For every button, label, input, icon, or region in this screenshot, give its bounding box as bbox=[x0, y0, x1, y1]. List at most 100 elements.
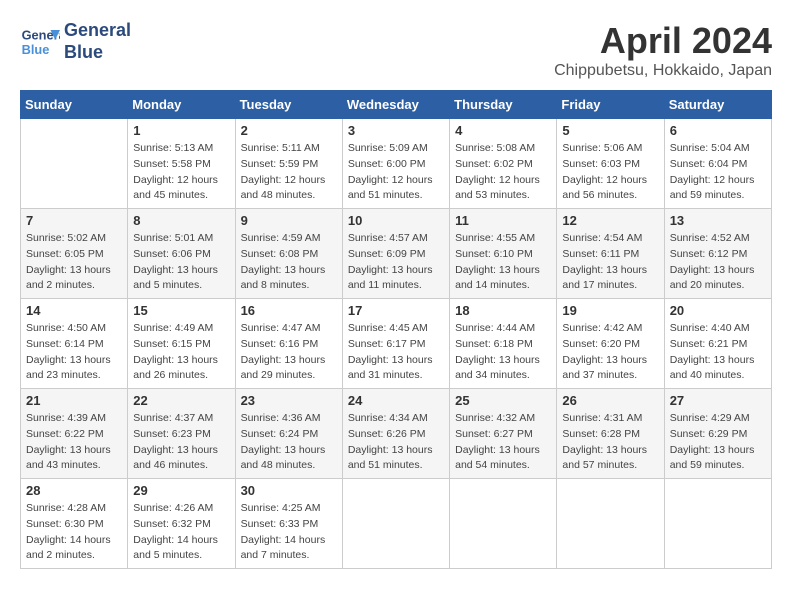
day-info: Sunrise: 4:55 AMSunset: 6:10 PMDaylight:… bbox=[455, 231, 551, 294]
day-cell: 5 Sunrise: 5:06 AMSunset: 6:03 PMDaylight… bbox=[557, 119, 664, 209]
day-number: 20 bbox=[670, 303, 766, 318]
logo-line2: Blue bbox=[64, 42, 103, 62]
day-info: Sunrise: 4:40 AMSunset: 6:21 PMDaylight:… bbox=[670, 321, 766, 384]
page-header: General Blue General Blue April 2024 Chi… bbox=[20, 20, 772, 80]
day-info: Sunrise: 5:09 AMSunset: 6:00 PMDaylight:… bbox=[348, 141, 444, 204]
day-cell: 28 Sunrise: 4:28 AMSunset: 6:30 PMDayligh… bbox=[21, 479, 128, 569]
day-number: 1 bbox=[133, 123, 229, 138]
day-number: 29 bbox=[133, 483, 229, 498]
day-info: Sunrise: 4:47 AMSunset: 6:16 PMDaylight:… bbox=[241, 321, 337, 384]
day-cell: 14 Sunrise: 4:50 AMSunset: 6:14 PMDayligh… bbox=[21, 299, 128, 389]
day-number: 12 bbox=[562, 213, 658, 228]
day-cell: 15 Sunrise: 4:49 AMSunset: 6:15 PMDayligh… bbox=[128, 299, 235, 389]
day-cell: 17 Sunrise: 4:45 AMSunset: 6:17 PMDayligh… bbox=[342, 299, 449, 389]
week-row-4: 21Sunrise: 4:39 AMSunset: 6:22 PMDayligh… bbox=[21, 389, 772, 479]
col-sunday: Sunday bbox=[21, 91, 128, 119]
day-info: Sunrise: 4:45 AMSunset: 6:17 PMDaylight:… bbox=[348, 321, 444, 384]
day-number: 7 bbox=[26, 213, 122, 228]
day-number: 19 bbox=[562, 303, 658, 318]
day-cell: 9 Sunrise: 4:59 AMSunset: 6:08 PMDaylight… bbox=[235, 209, 342, 299]
day-info: Sunrise: 5:11 AMSunset: 5:59 PMDaylight:… bbox=[241, 141, 337, 204]
day-info: Sunrise: 4:52 AMSunset: 6:12 PMDaylight:… bbox=[670, 231, 766, 294]
day-info: Sunrise: 4:29 AMSunset: 6:29 PMDaylight:… bbox=[670, 411, 766, 474]
col-saturday: Saturday bbox=[664, 91, 771, 119]
day-info: Sunrise: 5:02 AMSunset: 6:05 PMDaylight:… bbox=[26, 231, 122, 294]
day-number: 6 bbox=[670, 123, 766, 138]
col-monday: Monday bbox=[128, 91, 235, 119]
day-number: 3 bbox=[348, 123, 444, 138]
day-info: Sunrise: 4:49 AMSunset: 6:15 PMDaylight:… bbox=[133, 321, 229, 384]
day-info: Sunrise: 4:26 AMSunset: 6:32 PMDaylight:… bbox=[133, 501, 229, 564]
day-cell: 11 Sunrise: 4:55 AMSunset: 6:10 PMDayligh… bbox=[450, 209, 557, 299]
day-number: 14 bbox=[26, 303, 122, 318]
day-cell: 13 Sunrise: 4:52 AMSunset: 6:12 PMDayligh… bbox=[664, 209, 771, 299]
svg-text:Blue: Blue bbox=[22, 42, 50, 57]
day-cell bbox=[557, 479, 664, 569]
day-cell: 26Sunrise: 4:31 AMSunset: 6:28 PMDayligh… bbox=[557, 389, 664, 479]
day-info: Sunrise: 4:54 AMSunset: 6:11 PMDaylight:… bbox=[562, 231, 658, 294]
title-block: April 2024 Chippubetsu, Hokkaido, Japan bbox=[554, 20, 772, 80]
calendar-table: Sunday Monday Tuesday Wednesday Thursday… bbox=[20, 90, 772, 569]
day-info: Sunrise: 4:39 AMSunset: 6:22 PMDaylight:… bbox=[26, 411, 122, 474]
day-number: 9 bbox=[241, 213, 337, 228]
month-title: April 2024 bbox=[554, 20, 772, 62]
day-number: 28 bbox=[26, 483, 122, 498]
week-row-2: 7 Sunrise: 5:02 AMSunset: 6:05 PMDaylight… bbox=[21, 209, 772, 299]
day-info: Sunrise: 4:28 AMSunset: 6:30 PMDaylight:… bbox=[26, 501, 122, 564]
day-info: Sunrise: 4:42 AMSunset: 6:20 PMDaylight:… bbox=[562, 321, 658, 384]
day-info: Sunrise: 5:01 AMSunset: 6:06 PMDaylight:… bbox=[133, 231, 229, 294]
day-cell: 7 Sunrise: 5:02 AMSunset: 6:05 PMDaylight… bbox=[21, 209, 128, 299]
day-cell: 1 Sunrise: 5:13 AMSunset: 5:58 PMDaylight… bbox=[128, 119, 235, 209]
day-cell: 30Sunrise: 4:25 AMSunset: 6:33 PMDayligh… bbox=[235, 479, 342, 569]
col-thursday: Thursday bbox=[450, 91, 557, 119]
day-cell: 3 Sunrise: 5:09 AMSunset: 6:00 PMDaylight… bbox=[342, 119, 449, 209]
day-info: Sunrise: 4:59 AMSunset: 6:08 PMDaylight:… bbox=[241, 231, 337, 294]
day-number: 17 bbox=[348, 303, 444, 318]
location: Chippubetsu, Hokkaido, Japan bbox=[554, 62, 772, 80]
week-row-3: 14 Sunrise: 4:50 AMSunset: 6:14 PMDayligh… bbox=[21, 299, 772, 389]
day-info: Sunrise: 4:36 AMSunset: 6:24 PMDaylight:… bbox=[241, 411, 337, 474]
logo-line1: General bbox=[64, 20, 131, 40]
day-cell: 29 Sunrise: 4:26 AMSunset: 6:32 PMDayligh… bbox=[128, 479, 235, 569]
day-info: Sunrise: 4:50 AMSunset: 6:14 PMDaylight:… bbox=[26, 321, 122, 384]
day-info: Sunrise: 4:37 AMSunset: 6:23 PMDaylight:… bbox=[133, 411, 229, 474]
day-cell: 10Sunrise: 4:57 AMSunset: 6:09 PMDayligh… bbox=[342, 209, 449, 299]
day-cell: 20 Sunrise: 4:40 AMSunset: 6:21 PMDayligh… bbox=[664, 299, 771, 389]
day-cell: 24Sunrise: 4:34 AMSunset: 6:26 PMDayligh… bbox=[342, 389, 449, 479]
logo: General Blue General Blue bbox=[20, 20, 131, 63]
day-number: 22 bbox=[133, 393, 229, 408]
day-cell: 23Sunrise: 4:36 AMSunset: 6:24 PMDayligh… bbox=[235, 389, 342, 479]
day-number: 26 bbox=[562, 393, 658, 408]
day-number: 16 bbox=[241, 303, 337, 318]
day-number: 15 bbox=[133, 303, 229, 318]
day-number: 5 bbox=[562, 123, 658, 138]
week-row-1: 1 Sunrise: 5:13 AMSunset: 5:58 PMDaylight… bbox=[21, 119, 772, 209]
day-cell: 27 Sunrise: 4:29 AMSunset: 6:29 PMDayligh… bbox=[664, 389, 771, 479]
day-number: 18 bbox=[455, 303, 551, 318]
col-tuesday: Tuesday bbox=[235, 91, 342, 119]
calendar-header: Sunday Monday Tuesday Wednesday Thursday… bbox=[21, 91, 772, 119]
day-cell: 21Sunrise: 4:39 AMSunset: 6:22 PMDayligh… bbox=[21, 389, 128, 479]
day-number: 13 bbox=[670, 213, 766, 228]
day-cell bbox=[664, 479, 771, 569]
day-number: 24 bbox=[348, 393, 444, 408]
day-info: Sunrise: 5:13 AMSunset: 5:58 PMDaylight:… bbox=[133, 141, 229, 204]
day-cell bbox=[450, 479, 557, 569]
day-number: 11 bbox=[455, 213, 551, 228]
day-number: 4 bbox=[455, 123, 551, 138]
day-cell: 16 Sunrise: 4:47 AMSunset: 6:16 PMDayligh… bbox=[235, 299, 342, 389]
day-cell bbox=[342, 479, 449, 569]
day-info: Sunrise: 5:08 AMSunset: 6:02 PMDaylight:… bbox=[455, 141, 551, 204]
day-cell: 2Sunrise: 5:11 AMSunset: 5:59 PMDaylight… bbox=[235, 119, 342, 209]
day-info: Sunrise: 5:06 AMSunset: 6:03 PMDaylight:… bbox=[562, 141, 658, 204]
header-row: Sunday Monday Tuesday Wednesday Thursday… bbox=[21, 91, 772, 119]
day-cell: 18Sunrise: 4:44 AMSunset: 6:18 PMDayligh… bbox=[450, 299, 557, 389]
day-number: 27 bbox=[670, 393, 766, 408]
day-cell: 12 Sunrise: 4:54 AMSunset: 6:11 PMDayligh… bbox=[557, 209, 664, 299]
day-info: Sunrise: 5:04 AMSunset: 6:04 PMDaylight:… bbox=[670, 141, 766, 204]
day-number: 30 bbox=[241, 483, 337, 498]
day-number: 8 bbox=[133, 213, 229, 228]
day-cell: 8 Sunrise: 5:01 AMSunset: 6:06 PMDaylight… bbox=[128, 209, 235, 299]
logo-icon: General Blue bbox=[20, 22, 60, 62]
logo-text: General Blue bbox=[64, 20, 131, 63]
